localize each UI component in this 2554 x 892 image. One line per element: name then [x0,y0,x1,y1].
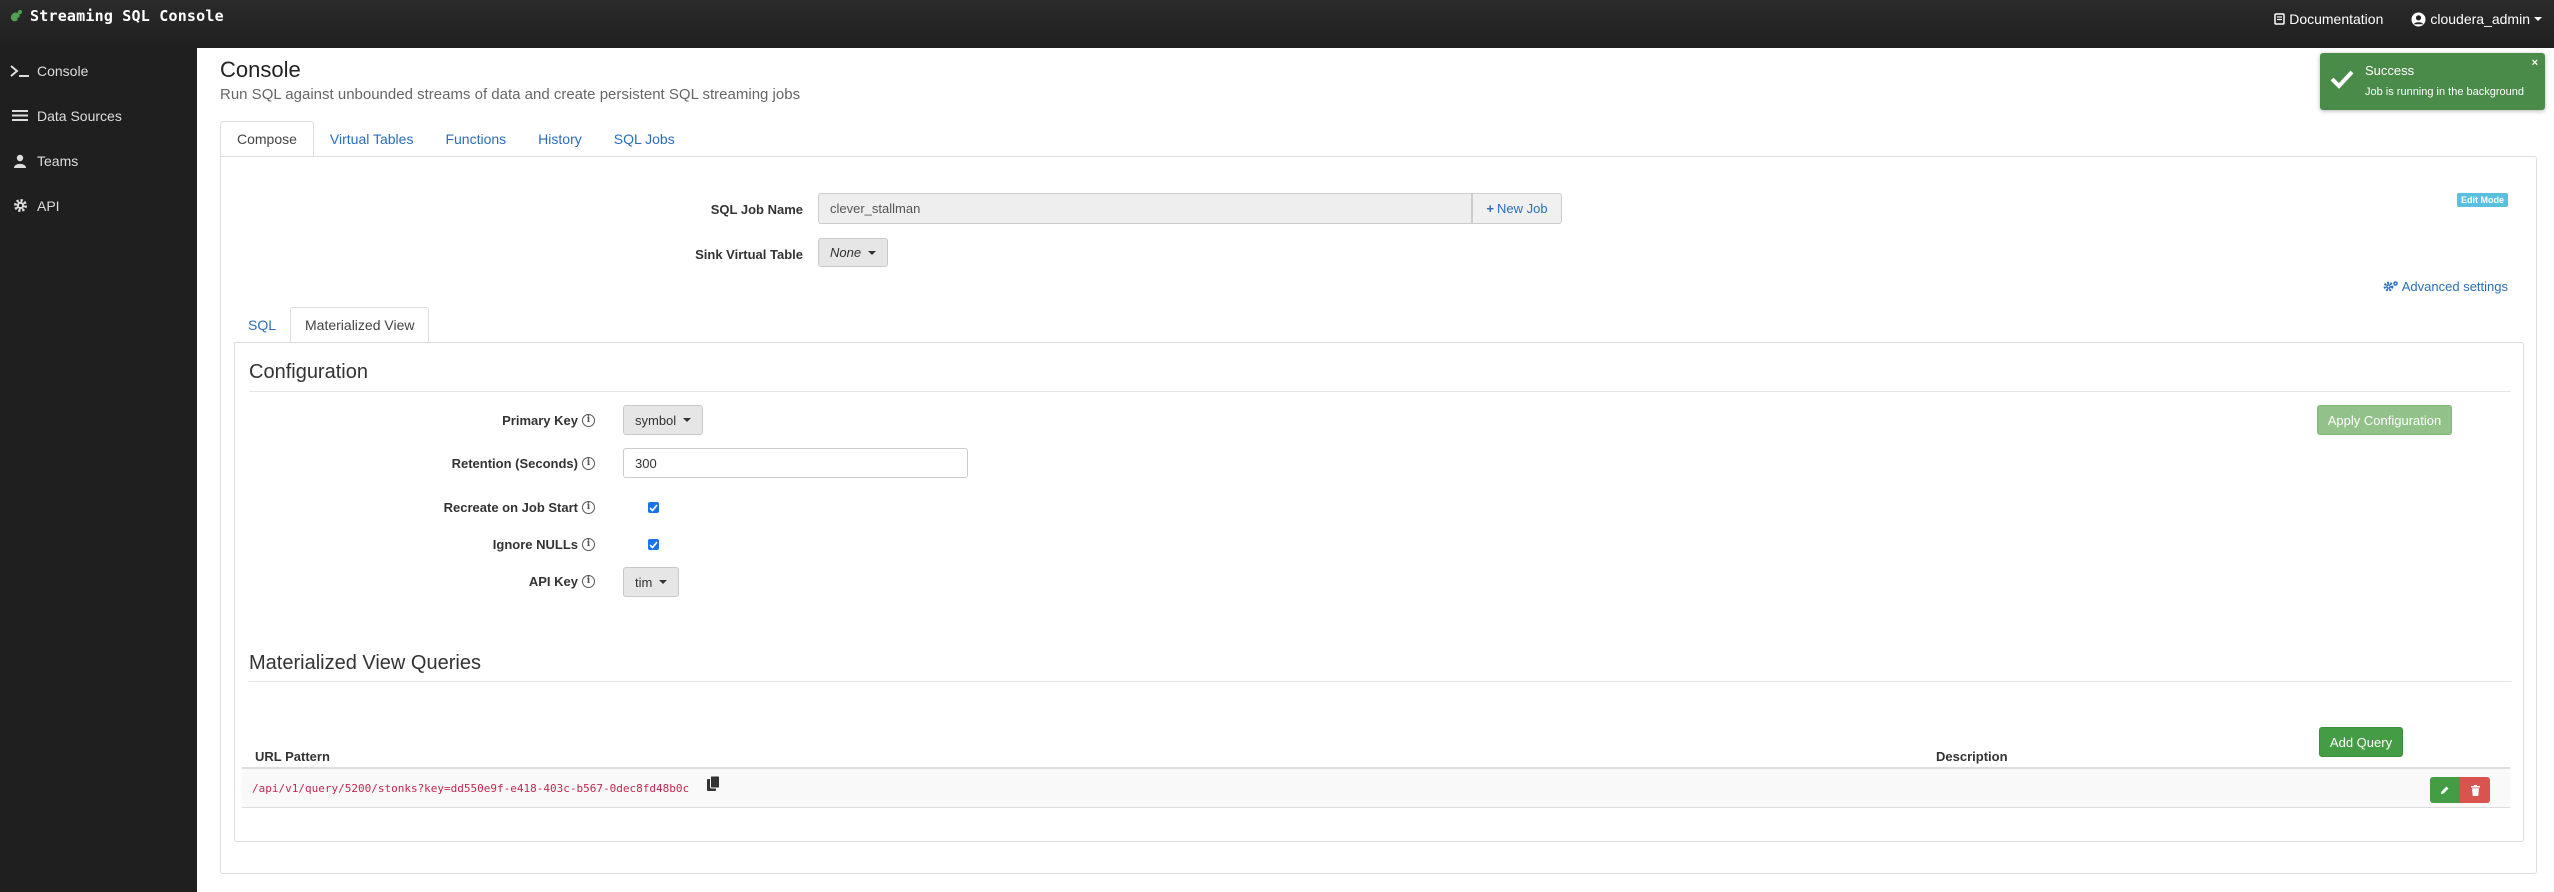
caret-down-icon [683,418,692,422]
list-icon [9,109,31,122]
sink-table-value: None [830,245,862,260]
check-icon [649,503,658,512]
tab-virtual-tables[interactable]: Virtual Tables [314,121,430,157]
gear-icon [9,198,31,213]
toast-message: Job is running in the background [2365,86,2524,98]
sidebar-item-label: Teams [37,152,79,169]
trash-icon [2470,784,2480,796]
info-icon[interactable]: i [582,501,595,514]
api-key-label-text: API Key [528,574,578,589]
ignore-nulls-label-text: Ignore NULLs [492,537,578,552]
tab-sql[interactable]: SQL [234,307,290,343]
toast-title: Success [2365,63,2415,78]
table-row: /api/v1/query/5200/stonks?key=dd550e9f-e… [242,769,2510,808]
info-icon[interactable]: i [582,457,595,470]
tab-functions[interactable]: Functions [429,121,522,157]
compose-panel: Edit Mode SQL Job Name clever_stallman +… [220,156,2537,874]
info-icon[interactable]: i [582,414,595,427]
primary-key-value: symbol [635,412,677,428]
new-job-button[interactable]: + New Job [1472,193,1562,224]
pencil-icon [2441,786,2449,794]
page-title: Console [220,57,301,82]
retention-value: 300 [635,455,657,471]
info-icon[interactable]: i [582,575,595,588]
top-navbar: Streaming SQL Console Documentation clou… [0,0,2554,48]
user-icon [9,154,31,168]
success-toast: Success Job is running in the background… [2320,53,2545,110]
recreate-label: Recreate on Job Start i [444,500,595,515]
squirrel-logo-icon [10,10,22,22]
terminal-icon [9,64,31,78]
retention-label: Retention (Seconds) i [452,456,595,471]
queries-title: Materialized View Queries [249,652,481,674]
sidebar-item-data-sources[interactable]: Data Sources [0,93,197,138]
tab-sql-jobs[interactable]: SQL Jobs [598,121,691,157]
delete-query-button[interactable] [2460,777,2490,803]
job-name-field[interactable]: clever_stallman [818,193,1472,224]
check-icon [649,540,658,549]
checkmark-icon [2330,70,2354,89]
job-name-label: SQL Job Name [710,202,803,217]
plus-icon: + [1486,201,1494,216]
add-query-button[interactable]: Add Query [2319,727,2403,757]
tab-history[interactable]: History [522,121,598,157]
api-key-label: API Key i [529,574,595,589]
column-header-description: Description [1936,749,2008,764]
caret-down-icon [868,250,877,255]
copy-icon[interactable] [707,775,720,796]
materialized-view-panel: Configuration Primary Key i Retention (S… [234,342,2524,842]
sidebar-item-label: API [37,197,60,214]
documentation-link[interactable]: Documentation [2274,11,2383,27]
editor-tabs: SQL Materialized View [234,307,430,343]
book-icon [2274,13,2285,25]
sidebar-item-teams[interactable]: Teams [0,138,197,183]
page-subtitle: Run SQL against unbounded streams of dat… [220,86,801,103]
ignore-nulls-checkbox[interactable] [648,539,659,550]
documentation-label: Documentation [2289,11,2384,27]
info-icon[interactable]: i [582,538,595,551]
advanced-settings-link[interactable]: Advanced settings [2383,279,2508,294]
column-header-url-pattern: URL Pattern [255,749,330,764]
app-title: Streaming SQL Console [30,7,224,25]
username: cloudera_admin [2430,11,2530,27]
retention-label-text: Retention (Seconds) [451,456,578,471]
primary-key-label: Primary Key i [502,413,595,428]
sidebar-item-label: Data Sources [37,107,122,124]
api-key-value: tim [635,574,653,590]
divider [249,681,2511,682]
recreate-label-text: Recreate on Job Start [443,500,578,515]
config-labels: Primary Key i Retention (Seconds) i Recr… [235,343,595,603]
sidebar-item-label: Console [37,62,89,79]
close-icon[interactable]: × [2532,57,2538,69]
chevron-down-icon [2534,17,2542,21]
sidebar-item-console[interactable]: Console [0,48,197,93]
sidebar-item-api[interactable]: API [0,183,197,228]
user-circle-icon [2411,12,2426,26]
new-job-label: New Job [1497,201,1548,216]
main-tabs: Compose Virtual Tables Functions History… [220,121,691,157]
user-menu[interactable]: cloudera_admin [2411,11,2542,27]
retention-input[interactable]: 300 [623,448,968,478]
job-name-value: clever_stallman [830,201,921,216]
main-content: Console Run SQL against unbounded stream… [197,48,2554,892]
sink-table-dropdown[interactable]: None [818,238,889,267]
tab-compose[interactable]: Compose [220,121,314,157]
brand[interactable]: Streaming SQL Console [8,7,224,25]
advanced-settings-label: Advanced settings [2401,279,2508,294]
primary-key-dropdown[interactable]: symbol [623,405,704,435]
caret-down-icon [659,580,668,584]
recreate-checkbox[interactable] [648,502,659,513]
ignore-nulls-label: Ignore NULLs i [493,537,595,552]
url-pattern-cell[interactable]: /api/v1/query/5200/stonks?key=dd550e9f-e… [252,782,689,795]
api-key-dropdown[interactable]: tim [623,567,680,597]
primary-key-label-text: Primary Key [502,413,578,428]
sidebar: Console Data Sources Teams API [0,48,197,892]
sink-table-label: Sink Virtual Table [695,247,803,262]
edit-mode-badge: Edit Mode [2457,193,2508,207]
tab-materialized-view[interactable]: Materialized View [290,307,430,343]
cogs-icon [2383,281,2398,292]
apply-configuration-button[interactable]: Apply Configuration [2317,405,2452,435]
edit-query-button[interactable] [2430,777,2460,803]
